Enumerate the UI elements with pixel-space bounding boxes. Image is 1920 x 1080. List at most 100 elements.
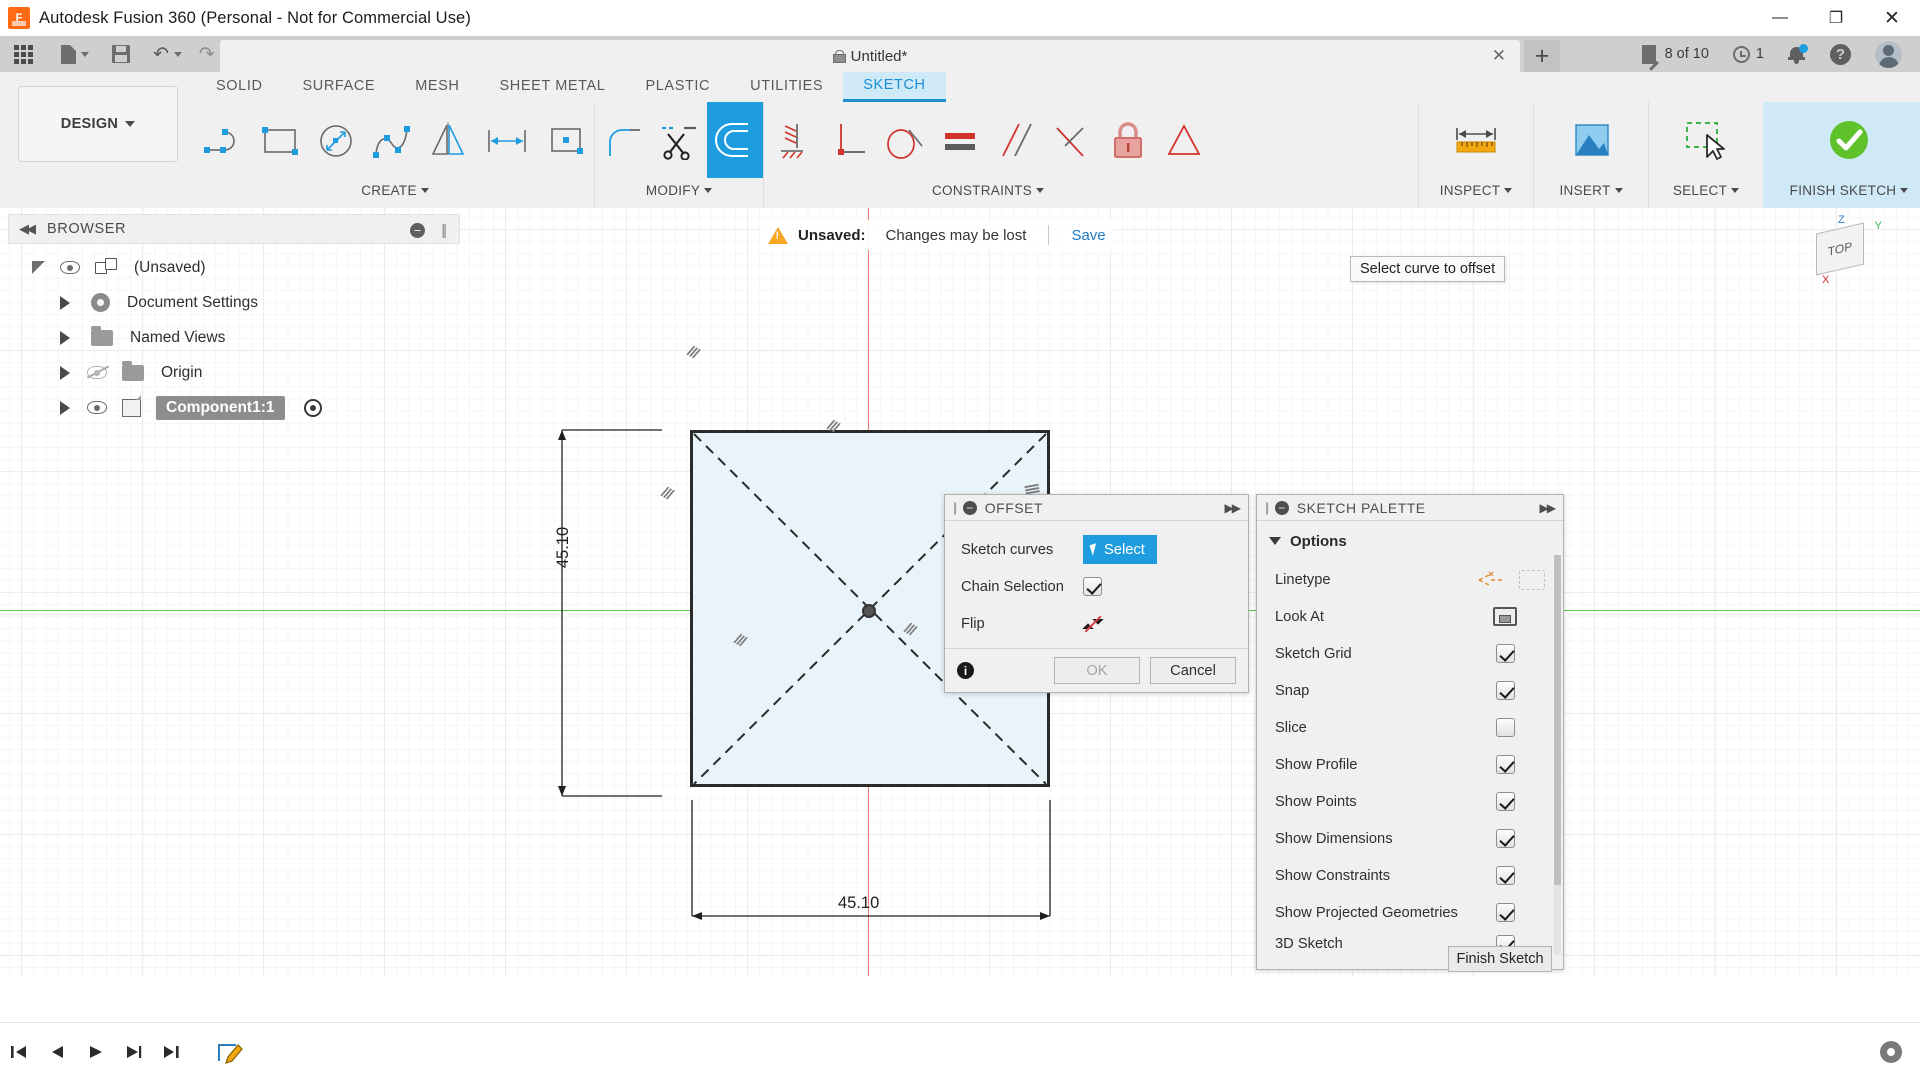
show-projected-geometries-checkbox[interactable] [1496,903,1515,922]
timeline-step-forward-button[interactable] [114,1023,152,1080]
palette-expand-icon[interactable]: ▶▶ [1540,501,1557,515]
tool-mirror[interactable] [420,102,476,178]
tree-item-origin[interactable]: Origin [8,355,460,390]
expand-arrow-icon[interactable] [32,261,45,274]
tree-item-component1[interactable]: Component1:1 [8,390,460,425]
timeline-play-button[interactable] [76,1023,114,1080]
dialog-expand-icon[interactable]: ▶▶ [1225,501,1242,515]
dialog-collapse-icon[interactable]: − [962,500,977,515]
timeline-go-to-end-button[interactable] [152,1023,190,1080]
tool-horizontal-vertical[interactable] [764,102,820,178]
snap-checkbox[interactable] [1496,681,1515,700]
save-button[interactable] [96,36,137,72]
tool-coincident[interactable] [820,102,876,178]
expand-arrow-icon[interactable] [60,295,70,310]
palette-grip-icon[interactable]: || [1265,500,1269,515]
jobs-status[interactable]: 8 of 10 [1630,36,1721,72]
new-tab-button[interactable]: + [1524,40,1560,72]
options-section-header[interactable]: Options [1257,521,1563,561]
palette-collapse-icon[interactable]: − [1274,500,1289,515]
tool-tangent[interactable] [876,102,932,178]
tool-fillet[interactable] [595,102,651,178]
tool-circle[interactable] [308,102,364,178]
show-points-checkbox[interactable] [1496,792,1515,811]
height-dimension-label[interactable]: 45.10 [554,527,573,568]
close-button[interactable]: ✕ [1864,0,1920,36]
expand-arrow-icon[interactable] [60,400,70,415]
linetype-centerline-icon[interactable] [1519,569,1545,590]
browser-minimize-button[interactable]: − [410,223,425,238]
tool-trim[interactable] [651,102,707,178]
tool-point[interactable] [538,102,594,178]
tab-utilities[interactable]: UTILITIES [730,72,843,102]
tool-line[interactable] [196,102,252,178]
sketch-curves-select-button[interactable]: Select [1083,535,1157,564]
timeline-go-to-beginning-button[interactable] [0,1023,38,1080]
tool-offset[interactable] [707,102,763,178]
tool-sketch-dimension[interactable] [476,102,538,178]
flip-icon[interactable] [1082,612,1104,635]
minimize-button[interactable]: — [1752,0,1808,36]
notifications-button[interactable] [1776,36,1818,72]
offset-cancel-button[interactable]: Cancel [1150,657,1236,684]
app-grid-button[interactable] [0,36,47,72]
workspace-switcher[interactable]: DESIGN [18,86,178,162]
undo-button[interactable]: ↶ [137,36,189,72]
collapse-icon[interactable]: ◀◀ [19,221,36,237]
offset-dialog[interactable]: || − OFFSET ▶▶ Sketch curves Select Chai… [944,494,1249,693]
chain-selection-checkbox[interactable] [1083,577,1102,596]
new-document-button[interactable] [47,36,96,72]
sketch-palette-header[interactable]: || − SKETCH PALETTE ▶▶ [1257,495,1563,521]
expand-arrow-icon[interactable] [60,330,70,345]
job-history-status[interactable]: 1 [1721,36,1776,72]
tool-insert-image[interactable] [1567,102,1615,178]
browser-grip-icon[interactable]: || [441,222,447,239]
finish-sketch-button[interactable]: Finish Sketch [1448,946,1552,972]
offset-dialog-header[interactable]: || − OFFSET ▶▶ [945,495,1248,521]
view-cube[interactable]: Z Y X TOP [1804,214,1882,286]
tool-spline[interactable] [364,102,420,178]
tree-item-named-views[interactable]: Named Views [8,320,460,355]
tool-equal[interactable] [932,102,988,178]
help-button[interactable]: ? [1818,36,1863,72]
tab-surface[interactable]: SURFACE [283,72,396,102]
look-at-icon[interactable] [1493,607,1517,626]
document-tab[interactable]: Untitled* ✕ [220,40,1520,72]
tab-sheet-metal[interactable]: SHEET METAL [480,72,626,102]
tool-rectangle[interactable] [252,102,308,178]
account-button[interactable] [1863,36,1914,72]
constraint-glyph[interactable]: /// [684,343,701,362]
tab-solid[interactable]: SOLID [196,72,283,102]
view-cube-top-face[interactable]: TOP [1816,222,1864,276]
tool-symmetry[interactable] [1156,102,1212,178]
close-tab-button[interactable]: ✕ [1492,47,1506,64]
tool-measure[interactable] [1448,102,1504,178]
show-profile-checkbox[interactable] [1496,755,1515,774]
tool-fix-unfix[interactable] [1100,102,1156,178]
visibility-icon[interactable] [60,261,80,274]
save-link[interactable]: Save [1071,227,1105,244]
palette-scrollbar[interactable] [1554,555,1561,955]
canvas-viewport[interactable]: /// /// /// ||| /// /// 45.10 45.10 Unsa… [0,208,1920,976]
show-dimensions-checkbox[interactable] [1496,829,1515,848]
tree-item-unsaved[interactable]: (Unsaved) [8,250,460,285]
linetype-construction-icon[interactable] [1477,570,1505,590]
tree-item-document-settings[interactable]: Document Settings [8,285,460,320]
tool-select[interactable] [1677,102,1735,178]
sketch-grid-checkbox[interactable] [1496,644,1515,663]
maximize-button[interactable]: ❐ [1808,0,1864,36]
tab-sketch[interactable]: SKETCH [843,72,946,102]
tool-perpendicular[interactable] [1044,102,1100,178]
timeline-step-back-button[interactable] [38,1023,76,1080]
activate-component-radio[interactable] [303,398,322,417]
slice-checkbox[interactable] [1496,718,1515,737]
finish-sketch-group[interactable]: FINISH SKETCH [1763,102,1920,208]
show-constraints-checkbox[interactable] [1496,866,1515,885]
settings-gear-icon[interactable] [1880,1040,1902,1063]
tab-plastic[interactable]: PLASTIC [625,72,730,102]
sketch-palette[interactable]: || − SKETCH PALETTE ▶▶ Options Linetype [1256,494,1564,970]
info-icon[interactable]: i [957,662,974,679]
width-dimension-label[interactable]: 45.10 [838,894,879,913]
dialog-grip-icon[interactable]: || [953,500,957,515]
tool-parallel[interactable] [988,102,1044,178]
